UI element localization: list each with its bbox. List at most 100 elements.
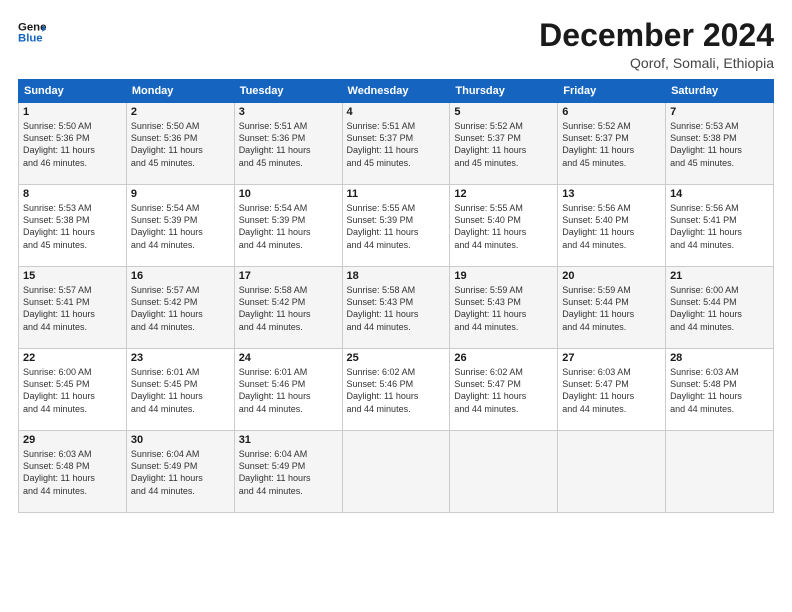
calendar-day-9: 9 Sunrise: 5:54 AM Sunset: 5:39 PM Daylig… bbox=[126, 185, 234, 267]
day-number: 15 bbox=[23, 270, 122, 282]
day-number: 12 bbox=[454, 188, 553, 200]
day-number: 29 bbox=[23, 434, 122, 446]
day-info: Sunrise: 5:52 AM Sunset: 5:37 PM Dayligh… bbox=[454, 120, 553, 169]
calendar-week-2: 8 Sunrise: 5:53 AM Sunset: 5:38 PM Daylig… bbox=[19, 185, 774, 267]
header-row: SundayMondayTuesdayWednesdayThursdayFrid… bbox=[19, 80, 774, 103]
day-number: 25 bbox=[347, 352, 446, 364]
calendar-day-1: 1Sunrise: 5:50 AM Sunset: 5:36 PM Daylig… bbox=[19, 103, 127, 185]
day-info: Sunrise: 6:00 AM Sunset: 5:45 PM Dayligh… bbox=[23, 366, 122, 415]
calendar-day-2: 2Sunrise: 5:50 AM Sunset: 5:36 PM Daylig… bbox=[126, 103, 234, 185]
calendar-week-5: 29 Sunrise: 6:03 AM Sunset: 5:48 PM Dayli… bbox=[19, 431, 774, 513]
day-info: Sunrise: 5:57 AM Sunset: 5:41 PM Dayligh… bbox=[23, 284, 122, 333]
calendar-day-empty bbox=[558, 431, 666, 513]
day-header-monday: Monday bbox=[126, 80, 234, 103]
calendar-day-25: 25Sunrise: 6:02 AM Sunset: 5:46 PM Dayli… bbox=[342, 349, 450, 431]
calendar-day-30: 30 Sunrise: 6:04 AM Sunset: 5:49 PM Dayli… bbox=[126, 431, 234, 513]
day-header-saturday: Saturday bbox=[666, 80, 774, 103]
calendar-table: SundayMondayTuesdayWednesdayThursdayFrid… bbox=[18, 79, 774, 513]
day-info: Sunrise: 5:55 AM Sunset: 5:40 PM Dayligh… bbox=[454, 202, 553, 251]
day-number: 18 bbox=[347, 270, 446, 282]
day-number: 22 bbox=[23, 352, 122, 364]
day-info: Sunrise: 5:50 AM Sunset: 5:36 PM Dayligh… bbox=[131, 120, 230, 169]
calendar-title: December 2024 bbox=[539, 18, 774, 53]
calendar-subtitle: Qorof, Somali, Ethiopia bbox=[539, 55, 774, 71]
day-number: 31 bbox=[239, 434, 338, 446]
day-info: Sunrise: 5:54 AM Sunset: 5:39 PM Dayligh… bbox=[131, 202, 230, 251]
day-number: 30 bbox=[131, 434, 230, 446]
calendar-day-5: 5Sunrise: 5:52 AM Sunset: 5:37 PM Daylig… bbox=[450, 103, 558, 185]
header: General Blue December 2024 Qorof, Somali… bbox=[18, 18, 774, 71]
day-info: Sunrise: 5:51 AM Sunset: 5:37 PM Dayligh… bbox=[347, 120, 446, 169]
svg-text:Blue: Blue bbox=[18, 33, 43, 45]
day-info: Sunrise: 5:51 AM Sunset: 5:36 PM Dayligh… bbox=[239, 120, 338, 169]
calendar-week-4: 22 Sunrise: 6:00 AM Sunset: 5:45 PM Dayli… bbox=[19, 349, 774, 431]
day-header-wednesday: Wednesday bbox=[342, 80, 450, 103]
day-number: 27 bbox=[562, 352, 661, 364]
day-info: Sunrise: 5:54 AM Sunset: 5:39 PM Dayligh… bbox=[239, 202, 338, 251]
calendar-day-15: 15 Sunrise: 5:57 AM Sunset: 5:41 PM Dayli… bbox=[19, 267, 127, 349]
calendar-day-23: 23Sunrise: 6:01 AM Sunset: 5:45 PM Dayli… bbox=[126, 349, 234, 431]
day-info: Sunrise: 5:55 AM Sunset: 5:39 PM Dayligh… bbox=[347, 202, 446, 251]
calendar-day-27: 27 Sunrise: 6:03 AM Sunset: 5:47 PM Dayli… bbox=[558, 349, 666, 431]
day-info: Sunrise: 5:56 AM Sunset: 5:40 PM Dayligh… bbox=[562, 202, 661, 251]
day-info: Sunrise: 6:02 AM Sunset: 5:47 PM Dayligh… bbox=[454, 366, 553, 415]
day-number: 28 bbox=[670, 352, 769, 364]
calendar-day-12: 12 Sunrise: 5:55 AM Sunset: 5:40 PM Dayli… bbox=[450, 185, 558, 267]
logo: General Blue bbox=[18, 18, 46, 46]
day-number: 9 bbox=[131, 188, 230, 200]
calendar-day-8: 8 Sunrise: 5:53 AM Sunset: 5:38 PM Daylig… bbox=[19, 185, 127, 267]
day-header-tuesday: Tuesday bbox=[234, 80, 342, 103]
calendar-day-22: 22 Sunrise: 6:00 AM Sunset: 5:45 PM Dayli… bbox=[19, 349, 127, 431]
calendar-day-13: 13Sunrise: 5:56 AM Sunset: 5:40 PM Dayli… bbox=[558, 185, 666, 267]
calendar-day-14: 14 Sunrise: 5:56 AM Sunset: 5:41 PM Dayli… bbox=[666, 185, 774, 267]
day-info: Sunrise: 6:04 AM Sunset: 5:49 PM Dayligh… bbox=[131, 448, 230, 497]
day-info: Sunrise: 6:03 AM Sunset: 5:48 PM Dayligh… bbox=[23, 448, 122, 497]
day-info: Sunrise: 5:56 AM Sunset: 5:41 PM Dayligh… bbox=[670, 202, 769, 251]
calendar-day-17: 17 Sunrise: 5:58 AM Sunset: 5:42 PM Dayli… bbox=[234, 267, 342, 349]
calendar-day-20: 20 Sunrise: 5:59 AM Sunset: 5:44 PM Dayli… bbox=[558, 267, 666, 349]
calendar-day-empty bbox=[450, 431, 558, 513]
day-info: Sunrise: 6:03 AM Sunset: 5:47 PM Dayligh… bbox=[562, 366, 661, 415]
svg-text:General: General bbox=[18, 21, 46, 33]
day-info: Sunrise: 5:53 AM Sunset: 5:38 PM Dayligh… bbox=[23, 202, 122, 251]
calendar-page: General Blue December 2024 Qorof, Somali… bbox=[0, 0, 792, 612]
day-header-sunday: Sunday bbox=[19, 80, 127, 103]
day-number: 3 bbox=[239, 106, 338, 118]
calendar-week-3: 15 Sunrise: 5:57 AM Sunset: 5:41 PM Dayli… bbox=[19, 267, 774, 349]
day-number: 6 bbox=[562, 106, 661, 118]
calendar-day-28: 28 Sunrise: 6:03 AM Sunset: 5:48 PM Dayli… bbox=[666, 349, 774, 431]
day-info: Sunrise: 5:58 AM Sunset: 5:43 PM Dayligh… bbox=[347, 284, 446, 333]
calendar-day-empty bbox=[666, 431, 774, 513]
day-number: 11 bbox=[347, 188, 446, 200]
day-info: Sunrise: 5:58 AM Sunset: 5:42 PM Dayligh… bbox=[239, 284, 338, 333]
calendar-day-6: 6 Sunrise: 5:52 AM Sunset: 5:37 PM Daylig… bbox=[558, 103, 666, 185]
day-number: 14 bbox=[670, 188, 769, 200]
calendar-day-19: 19 Sunrise: 5:59 AM Sunset: 5:43 PM Dayli… bbox=[450, 267, 558, 349]
day-info: Sunrise: 6:04 AM Sunset: 5:49 PM Dayligh… bbox=[239, 448, 338, 497]
day-info: Sunrise: 6:03 AM Sunset: 5:48 PM Dayligh… bbox=[670, 366, 769, 415]
title-block: December 2024 Qorof, Somali, Ethiopia bbox=[539, 18, 774, 71]
day-number: 20 bbox=[562, 270, 661, 282]
day-number: 4 bbox=[347, 106, 446, 118]
calendar-day-26: 26 Sunrise: 6:02 AM Sunset: 5:47 PM Dayli… bbox=[450, 349, 558, 431]
calendar-day-29: 29 Sunrise: 6:03 AM Sunset: 5:48 PM Dayli… bbox=[19, 431, 127, 513]
calendar-day-18: 18 Sunrise: 5:58 AM Sunset: 5:43 PM Dayli… bbox=[342, 267, 450, 349]
calendar-day-31: 31 Sunrise: 6:04 AM Sunset: 5:49 PM Dayli… bbox=[234, 431, 342, 513]
day-number: 17 bbox=[239, 270, 338, 282]
calendar-week-1: 1 Sunrise: 5:50 AM Sunset: 5:36 PM Daylig… bbox=[19, 103, 774, 185]
calendar-day-11: 11 Sunrise: 5:55 AM Sunset: 5:39 PM Dayli… bbox=[342, 185, 450, 267]
day-number: 1 bbox=[23, 106, 122, 118]
day-info: Sunrise: 5:59 AM Sunset: 5:43 PM Dayligh… bbox=[454, 284, 553, 333]
day-number: 26 bbox=[454, 352, 553, 364]
day-number: 19 bbox=[454, 270, 553, 282]
day-info: Sunrise: 6:00 AM Sunset: 5:44 PM Dayligh… bbox=[670, 284, 769, 333]
day-info: Sunrise: 5:59 AM Sunset: 5:44 PM Dayligh… bbox=[562, 284, 661, 333]
calendar-day-24: 24Sunrise: 6:01 AM Sunset: 5:46 PM Dayli… bbox=[234, 349, 342, 431]
calendar-day-10: 10Sunrise: 5:54 AM Sunset: 5:39 PM Dayli… bbox=[234, 185, 342, 267]
day-number: 24 bbox=[239, 352, 338, 364]
day-header-friday: Friday bbox=[558, 80, 666, 103]
day-number: 21 bbox=[670, 270, 769, 282]
day-number: 8 bbox=[23, 188, 122, 200]
day-info: Sunrise: 5:53 AM Sunset: 5:38 PM Dayligh… bbox=[670, 120, 769, 169]
day-info: Sunrise: 5:52 AM Sunset: 5:37 PM Dayligh… bbox=[562, 120, 661, 169]
